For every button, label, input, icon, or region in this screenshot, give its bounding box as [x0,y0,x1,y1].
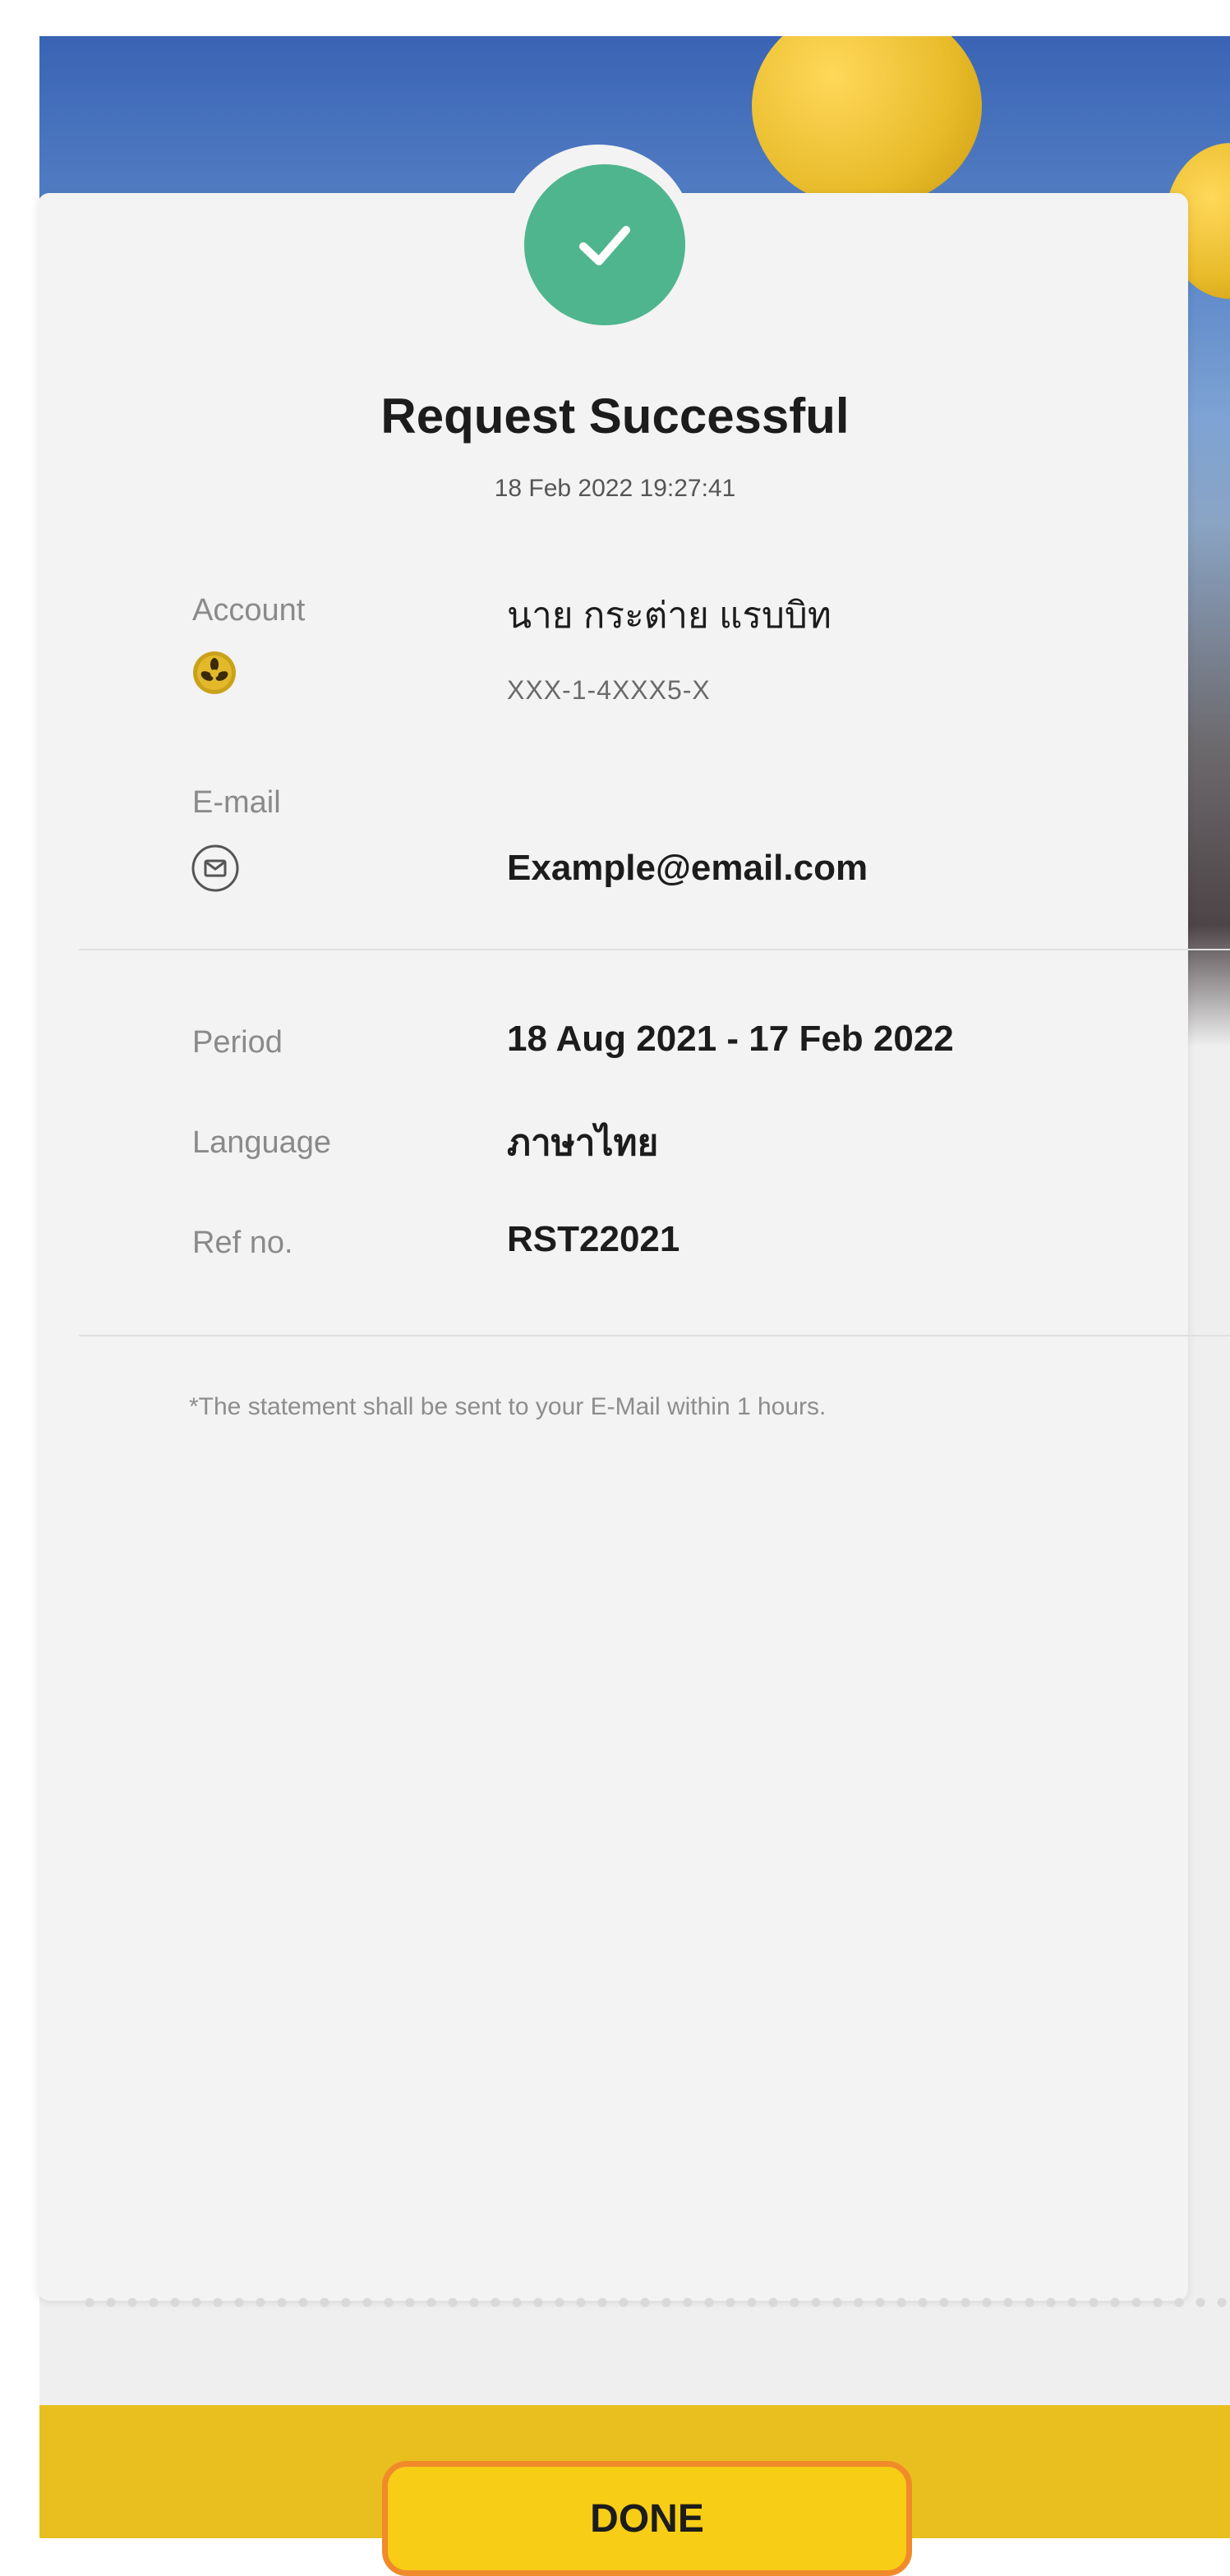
language-label: Language [192,1125,332,1160]
section-divider [79,949,1230,950]
receipt-perforation [79,2298,1230,2307]
account-number: XXX-1-4XXX5-X [507,675,711,705]
delivery-note: *The statement shall be sent to your E-M… [189,1393,827,1420]
balloon-decoration [752,36,982,209]
period-label: Period [192,1025,283,1060]
email-value: Example@email.com [507,848,868,888]
bank-logo-icon [192,651,237,695]
timestamp: 18 Feb 2022 19:27:41 [494,475,736,502]
checkmark-icon [579,226,630,265]
done-button[interactable]: DONE [382,2461,912,2576]
ref-value: RST22021 [507,1219,680,1259]
success-check-icon [524,164,685,325]
account-label: Account [192,593,306,628]
ref-label: Ref no. [192,1226,293,1260]
mail-icon [190,843,241,894]
email-label: E-mail [192,785,281,820]
account-name: นาย กระต่าย แรบบิท [507,596,832,636]
page-title: Request Successful [380,389,850,444]
language-value: ภาษาไทย [507,1123,659,1163]
section-divider [79,1335,1230,1336]
period-value: 18 Aug 2021 - 17 Feb 2022 [507,1019,954,1059]
